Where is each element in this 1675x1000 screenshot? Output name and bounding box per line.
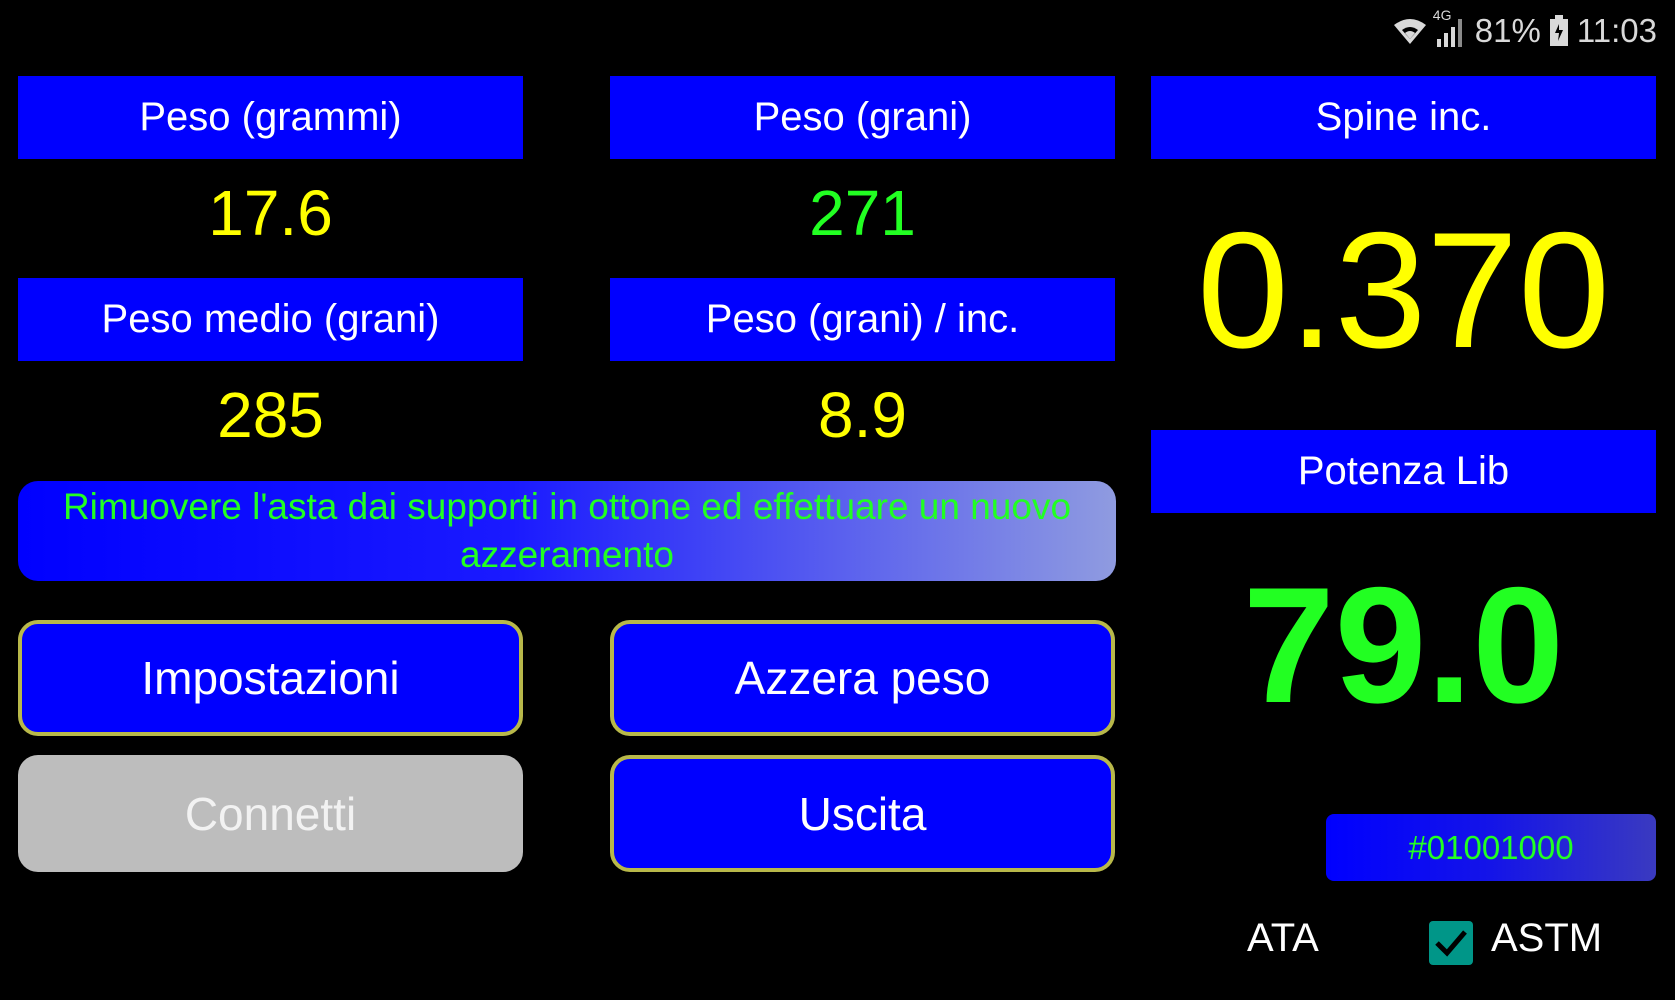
grains-per-inch-label: Peso (grani) / inc. <box>610 278 1115 361</box>
tare-weight-button[interactable]: Azzera peso <box>610 620 1115 736</box>
instruction-message: Rimuovere l'asta dai supporti in ottone … <box>18 481 1116 581</box>
network-type: 4G <box>1432 7 1452 23</box>
battery-icon <box>1549 15 1569 47</box>
clock: 11:03 <box>1576 12 1657 49</box>
spine-label: Spine inc. <box>1151 76 1656 159</box>
connect-button[interactable]: Connetti <box>18 755 523 872</box>
ata-option[interactable]: ATA <box>1247 916 1319 961</box>
draw-weight-label: Potenza Lib <box>1151 430 1656 513</box>
wifi-icon <box>1393 17 1427 45</box>
avg-weight-grains-value: 285 <box>217 378 324 451</box>
exit-button[interactable]: Uscita <box>610 755 1115 872</box>
weight-grains-label: Peso (grani) <box>610 76 1115 159</box>
weight-grams-value: 17.6 <box>208 176 333 249</box>
checkmark-icon <box>1435 930 1467 957</box>
device-id: #01001000 <box>1326 814 1656 881</box>
astm-checkbox[interactable] <box>1429 921 1473 965</box>
grains-per-inch-value: 8.9 <box>818 378 907 451</box>
weight-grains-value: 271 <box>809 176 916 249</box>
weight-grams-label: Peso (grammi) <box>18 76 523 159</box>
battery-percent: 81% <box>1474 12 1541 49</box>
avg-weight-grains-label: Peso medio (grani) <box>18 278 523 361</box>
signal-icon: 4G <box>1433 7 1467 47</box>
status-bar: 4G 81% 11:03 <box>1393 6 1657 56</box>
astm-label: ASTM <box>1491 916 1603 960</box>
draw-weight-value: 79.0 <box>1242 552 1565 737</box>
spine-value: 0.370 <box>1197 197 1610 382</box>
settings-button[interactable]: Impostazioni <box>18 620 523 736</box>
